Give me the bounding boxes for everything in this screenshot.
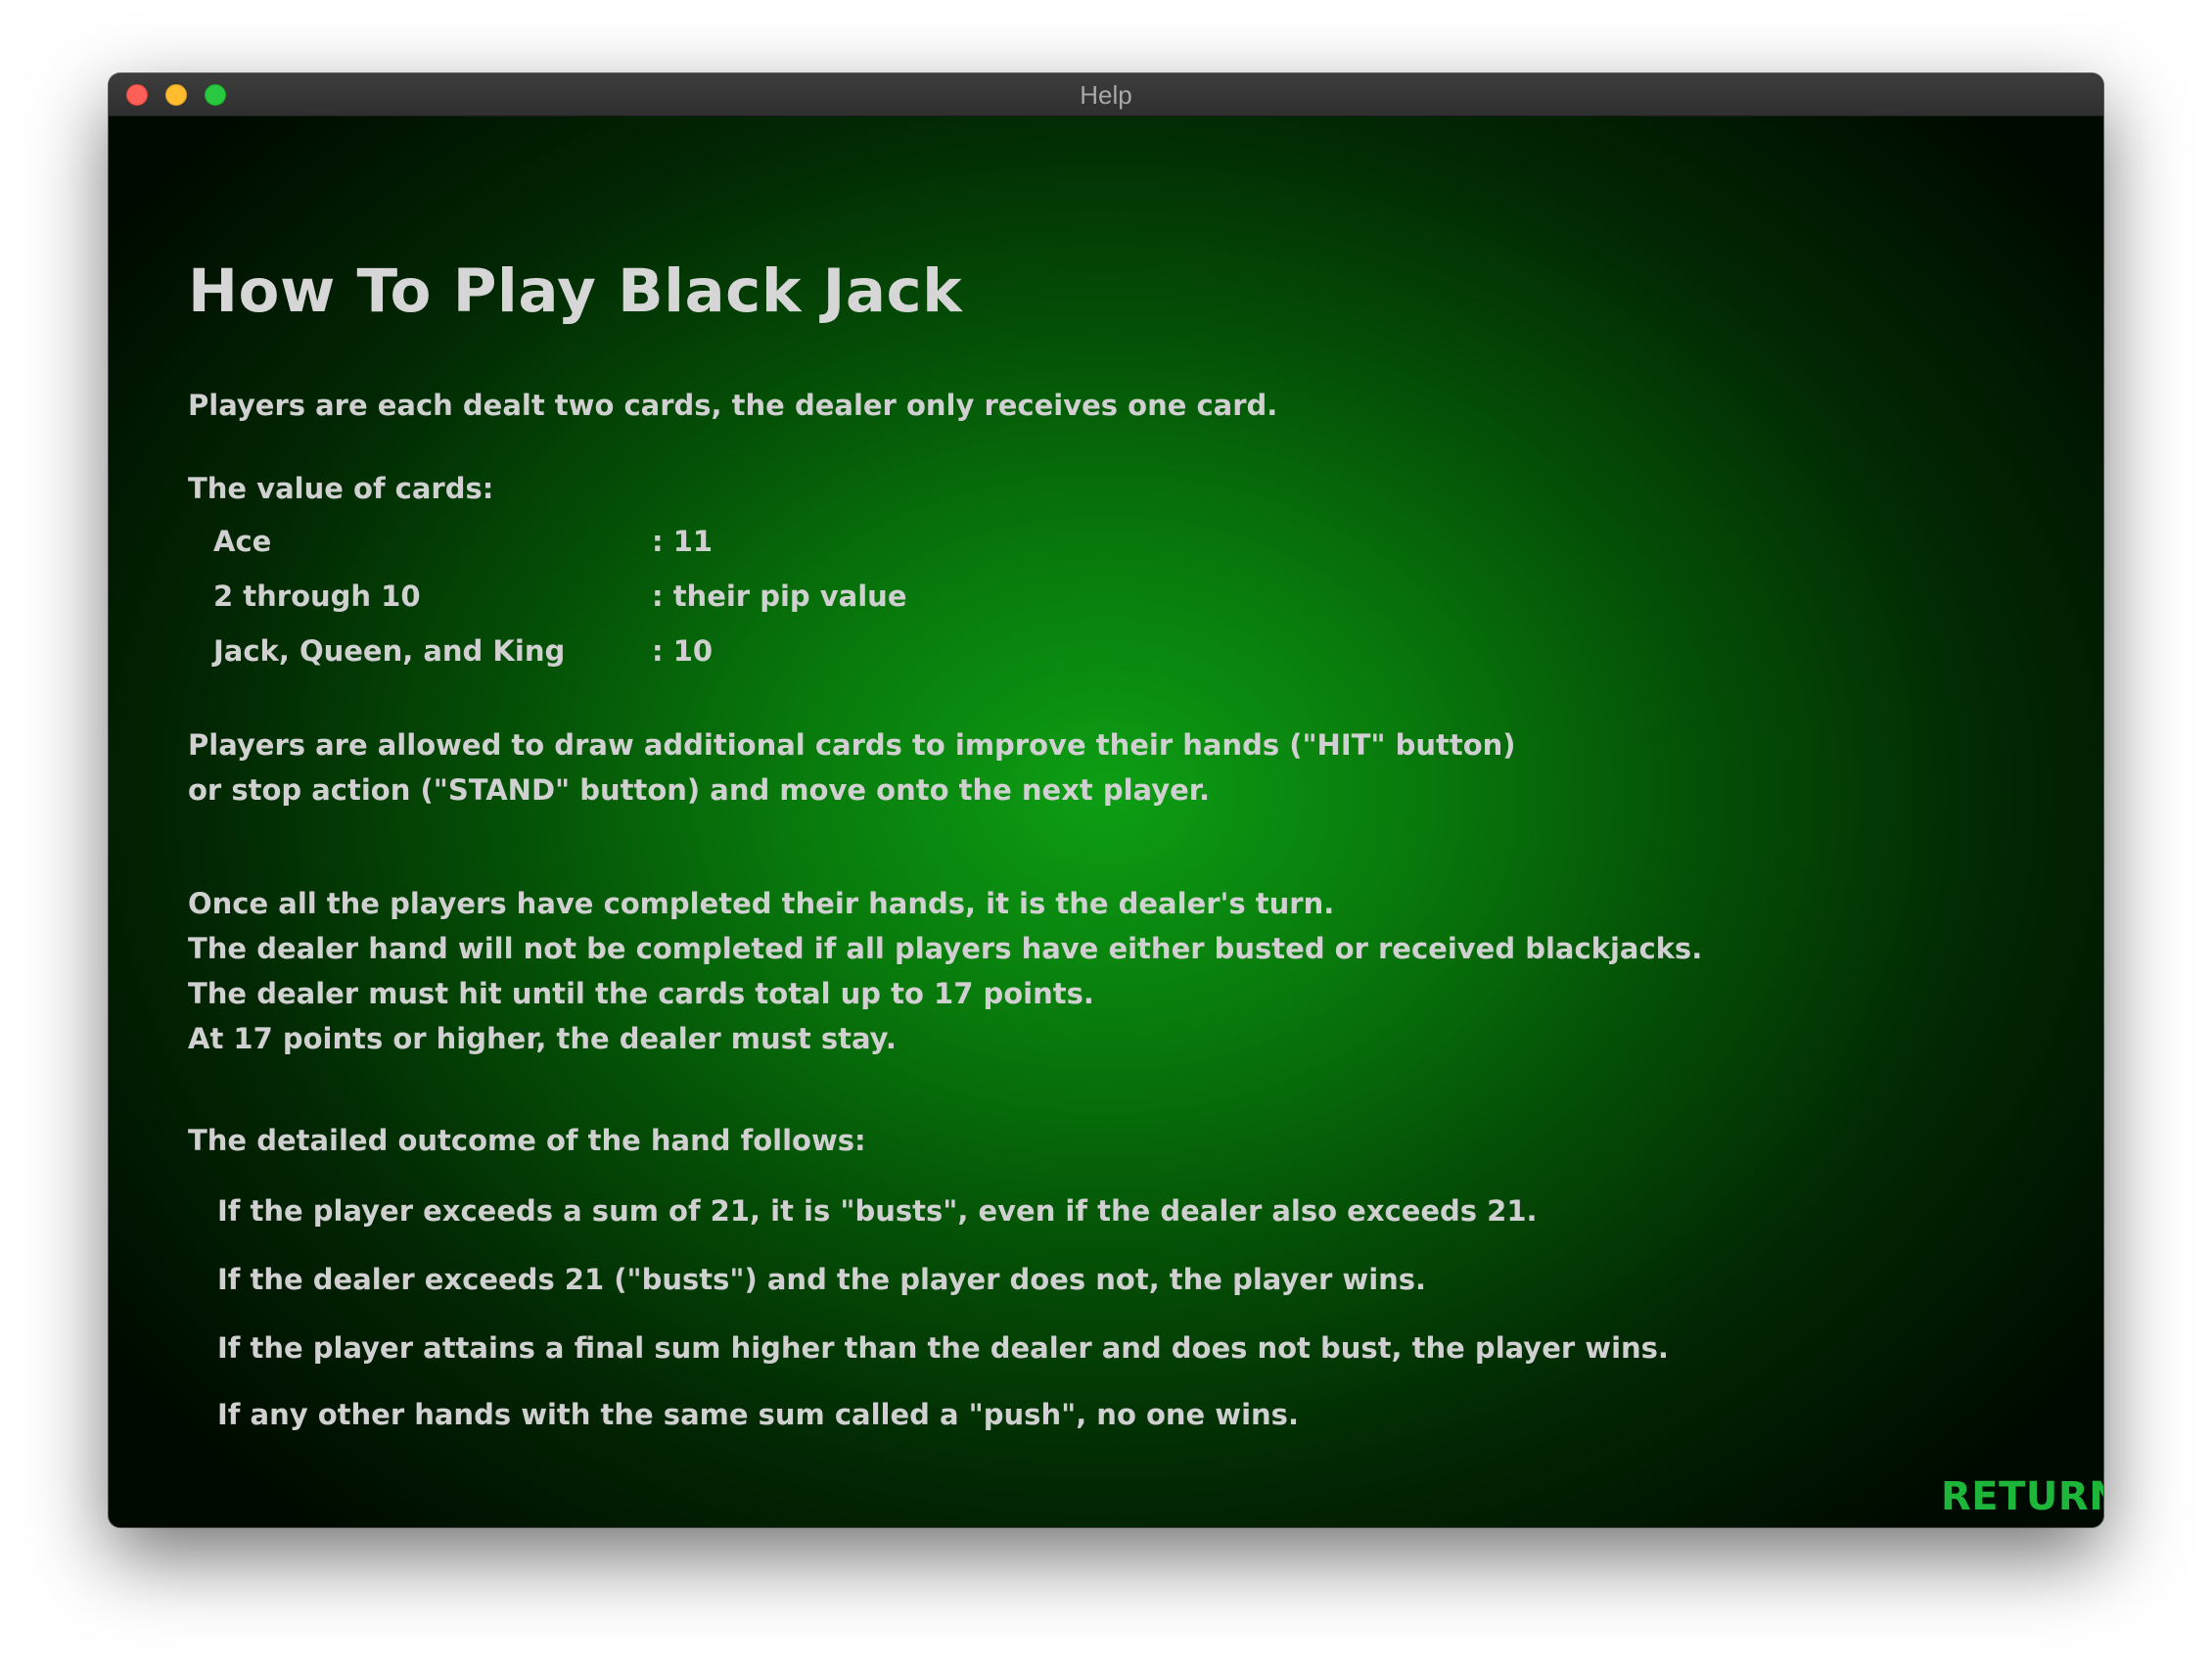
- page-title: How To Play Black Jack: [188, 256, 963, 326]
- outcome-line-3: If the player attains a final sum higher…: [217, 1331, 1669, 1365]
- dealer-rule-line-4: At 17 points or higher, the dealer must …: [188, 1022, 897, 1055]
- dealer-rule-line-1: Once all the players have completed thei…: [188, 887, 1335, 920]
- outcome-label: The detailed outcome of the hand follows…: [188, 1124, 866, 1157]
- intro-text: Players are each dealt two cards, the de…: [188, 389, 1278, 422]
- help-content: How To Play Black Jack Players are each …: [109, 116, 2103, 1527]
- window-title: Help: [1080, 80, 1132, 110]
- card-values-label: The value of cards:: [188, 472, 494, 505]
- card-name-faces: Jack, Queen, and King: [213, 634, 566, 668]
- dealer-rule-line-3: The dealer must hit until the cards tota…: [188, 977, 1094, 1010]
- card-name-pips: 2 through 10: [213, 580, 421, 613]
- outcome-line-1: If the player exceeds a sum of 21, it is…: [217, 1194, 1538, 1228]
- outcome-line-2: If the dealer exceeds 21 ("busts") and t…: [217, 1263, 1427, 1296]
- dealer-rule-line-2: The dealer hand will not be completed if…: [188, 932, 1703, 965]
- help-window: Help How To Play Black Jack Players are …: [109, 73, 2103, 1527]
- return-button[interactable]: RETURN: [1941, 1477, 2103, 1516]
- card-name-ace: Ace: [213, 525, 272, 558]
- card-value-faces: : 10: [652, 634, 714, 668]
- draw-rule-line-1: Players are allowed to draw additional c…: [188, 728, 1516, 762]
- draw-rule-line-2: or stop action ("STAND" button) and move…: [188, 773, 1210, 807]
- outcome-line-4: If any other hands with the same sum cal…: [217, 1398, 1299, 1431]
- title-bar[interactable]: Help: [109, 73, 2103, 116]
- card-value-pips: : their pip value: [652, 580, 907, 613]
- card-value-ace: : 11: [652, 525, 714, 558]
